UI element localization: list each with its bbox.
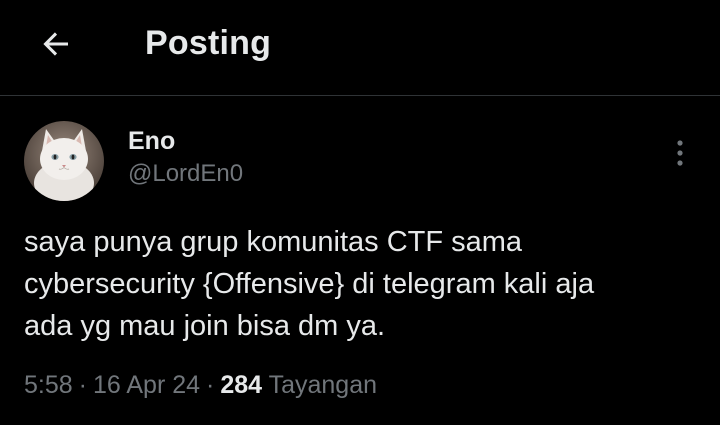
white-cat-avatar <box>24 121 104 201</box>
avatar[interactable] <box>24 121 104 201</box>
arrow-left-icon <box>43 32 68 56</box>
user-handle[interactable]: @LordEn0 <box>128 160 243 188</box>
page-title: Posting <box>145 24 272 62</box>
post-date[interactable]: 16 Apr 24 <box>93 371 200 399</box>
views-label: Tayangan <box>268 371 378 399</box>
post-metadata: 5:58 · 16 Apr 24 · 284 Tayangan <box>24 371 377 400</box>
views-count: 284 <box>220 371 263 399</box>
post-time[interactable]: 5:58 <box>24 371 73 399</box>
separator-dot: · <box>206 371 215 399</box>
more-options-button[interactable] <box>660 133 700 173</box>
post: Eno @LordEn0 saya punya grup komunitas C… <box>0 97 720 425</box>
separator-dot: · <box>78 371 87 399</box>
vertical-ellipsis-icon <box>677 140 683 166</box>
display-name[interactable]: Eno <box>128 127 175 156</box>
post-text: saya punya grup komunitas CTF sama cyber… <box>24 226 595 342</box>
back-button[interactable] <box>26 14 86 74</box>
top-bar: Posting <box>0 0 720 96</box>
